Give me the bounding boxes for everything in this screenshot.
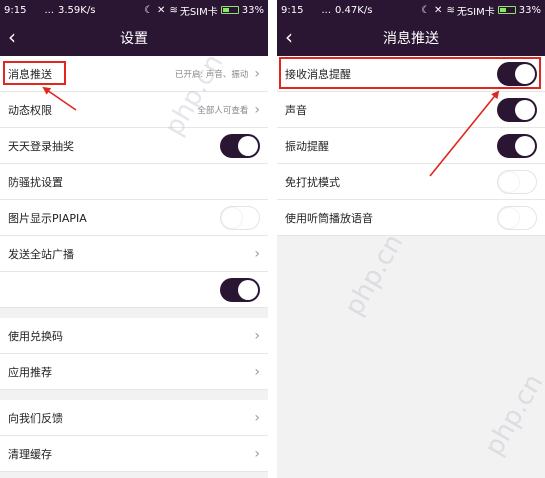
row-unlabeled-toggle xyxy=(0,272,268,308)
vibration-toggle[interactable] xyxy=(497,133,537,158)
row-do-not-disturb: 免打扰模式 xyxy=(277,164,545,200)
nav-bar: ‹ 消息推送 xyxy=(277,20,545,56)
battery-percent: 33% xyxy=(241,4,264,16)
row-earpiece-playback: 使用听筒播放语音 xyxy=(277,200,545,236)
row-image-display: 图片显示PIAPIA xyxy=(0,200,268,236)
battery-percent: 33% xyxy=(518,4,541,16)
page-title: 消息推送 xyxy=(383,31,439,47)
row-site-broadcast[interactable]: 发送全站广播 › xyxy=(0,236,268,272)
page-title: 设置 xyxy=(120,31,148,47)
lottery-toggle[interactable] xyxy=(220,133,260,158)
network-speed: 3.59K/s xyxy=(58,4,96,16)
unlabeled-toggle[interactable] xyxy=(220,277,260,302)
row-dynamic-permission[interactable]: 动态权限 全部人可查看 › xyxy=(0,92,268,128)
row-value: 全部人可查看 xyxy=(197,105,249,116)
mute-icon: ✕ xyxy=(434,4,443,16)
back-arrow-icon[interactable]: ‹ xyxy=(8,25,16,49)
carrier-label: 无SIM卡 xyxy=(179,6,218,18)
signal-icon: ... xyxy=(321,4,332,16)
chevron-right-icon: › xyxy=(254,363,260,380)
row-label: 免打扰模式 xyxy=(285,175,340,189)
earpiece-toggle[interactable] xyxy=(497,205,537,230)
chevron-right-icon: › xyxy=(254,101,260,118)
chevron-right-icon: › xyxy=(254,409,260,426)
row-label: 图片显示PIAPIA xyxy=(8,211,87,225)
carrier-label: 无SIM卡 xyxy=(456,6,495,18)
image-display-toggle[interactable] xyxy=(220,205,260,230)
row-label: 天天登录抽奖 xyxy=(8,139,74,153)
row-label: 振动提醒 xyxy=(285,139,329,153)
message-push-screen: 9:15 ... 0.47K/s ☾ ✕ ≋ 无SIM卡 33% ‹ 消息推送 … xyxy=(277,0,545,478)
wifi-icon: ≋ xyxy=(446,4,455,16)
row-label: 使用听筒播放语音 xyxy=(285,211,373,225)
row-label: 接收消息提醒 xyxy=(285,67,351,81)
settings-screen: 9:15 ... 3.59K/s ☾ ✕ ≋ 无SIM卡 33% ‹ 设置 消息… xyxy=(0,0,268,478)
wifi-icon: ≋ xyxy=(169,4,178,16)
back-arrow-icon[interactable]: ‹ xyxy=(285,25,293,49)
row-label: 应用推荐 xyxy=(8,365,52,379)
row-message-push[interactable]: 消息推送 已开启: 声音、振动 › xyxy=(0,56,268,92)
row-label: 动态权限 xyxy=(8,103,52,117)
chevron-right-icon: › xyxy=(254,327,260,344)
moon-icon: ☾ xyxy=(421,4,431,16)
row-vibration: 振动提醒 xyxy=(277,128,545,164)
row-label: 向我们反馈 xyxy=(8,411,63,425)
row-label: 消息推送 xyxy=(8,67,52,81)
section-gap xyxy=(0,390,268,400)
row-clear-cache[interactable]: 清理缓存 › xyxy=(0,436,268,472)
status-bar: 9:15 ... 0.47K/s ☾ ✕ ≋ 无SIM卡 33% xyxy=(277,0,545,20)
section-gap xyxy=(0,308,268,318)
status-time: 9:15 xyxy=(281,4,304,16)
row-label: 防骚扰设置 xyxy=(8,175,63,189)
row-label: 清理缓存 xyxy=(8,447,52,461)
receive-notifications-toggle[interactable] xyxy=(497,61,537,86)
mute-icon: ✕ xyxy=(157,4,166,16)
network-speed: 0.47K/s xyxy=(335,4,373,16)
status-bar: 9:15 ... 3.59K/s ☾ ✕ ≋ 无SIM卡 33% xyxy=(0,0,268,20)
chevron-right-icon: › xyxy=(254,445,260,462)
row-value: 已开启: 声音、振动 xyxy=(174,69,249,80)
do-not-disturb-toggle[interactable] xyxy=(497,169,537,194)
row-label: 声音 xyxy=(285,103,307,117)
nav-bar: ‹ 设置 xyxy=(0,20,268,56)
sound-toggle[interactable] xyxy=(497,97,537,122)
status-time: 9:15 xyxy=(4,4,27,16)
chevron-right-icon: › xyxy=(254,245,260,262)
moon-icon: ☾ xyxy=(144,4,154,16)
row-redeem-code[interactable]: 使用兑换码 › xyxy=(0,318,268,354)
row-receive-notifications: 接收消息提醒 xyxy=(277,56,545,92)
row-label: 发送全站广播 xyxy=(8,247,74,261)
chevron-right-icon: › xyxy=(254,65,260,82)
row-feedback[interactable]: 向我们反馈 › xyxy=(0,400,268,436)
row-anti-harassment[interactable]: 防骚扰设置 xyxy=(0,164,268,200)
signal-icon: ... xyxy=(44,4,55,16)
row-daily-lottery: 天天登录抽奖 xyxy=(0,128,268,164)
battery-icon xyxy=(220,6,239,14)
row-sound: 声音 xyxy=(277,92,545,128)
battery-icon xyxy=(497,6,516,14)
row-label: 使用兑换码 xyxy=(8,329,63,343)
row-app-recommend[interactable]: 应用推荐 › xyxy=(0,354,268,390)
